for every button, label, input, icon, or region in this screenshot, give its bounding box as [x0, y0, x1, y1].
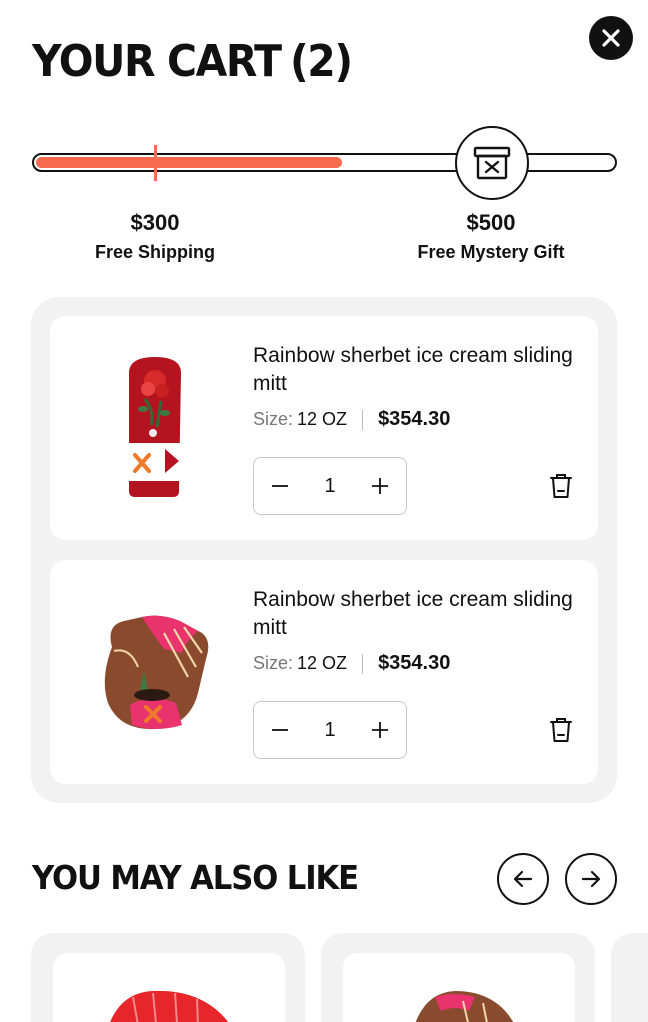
size-label: Size:	[253, 409, 294, 429]
baseball-glove-image	[104, 615, 209, 730]
product-price: $354.30	[378, 652, 451, 674]
size-value: 12 OZ	[297, 409, 348, 429]
gift-box-icon	[473, 146, 511, 180]
milestone-label: Free Shipping	[94, 242, 215, 262]
recommendation-card-peek[interactable]	[611, 933, 648, 1022]
product-name[interactable]: Rainbow sherbet ice cream sliding mitt	[253, 342, 573, 398]
recommendations-title: YOU MAY ALSO LIKE	[32, 858, 359, 897]
trash-icon	[550, 718, 572, 742]
cart-title: YOUR CART (2)	[32, 36, 353, 87]
plus-icon	[372, 722, 388, 738]
milestone-mystery-gift: $500 Free Mystery Gift	[381, 210, 601, 263]
quantity-stepper: 1	[253, 457, 407, 515]
cart-item: Rainbow sherbet ice cream sliding mitt S…	[50, 316, 598, 540]
plus-icon	[372, 478, 388, 494]
close-icon	[602, 29, 620, 47]
size-value: 12 OZ	[297, 653, 348, 673]
milestone-marker-shipping	[154, 145, 157, 181]
decrease-quantity-button[interactable]	[268, 718, 292, 742]
brown-glove-image	[415, 991, 514, 1022]
recommendation-image	[53, 953, 285, 1022]
cart-item-count: (2)	[289, 36, 353, 87]
product-price: $354.30	[378, 408, 451, 430]
remove-item-button[interactable]	[548, 716, 574, 744]
milestone-free-shipping: $300 Free Shipping	[45, 210, 265, 263]
quantity-value[interactable]: 1	[324, 475, 335, 498]
product-name[interactable]: Rainbow sherbet ice cream sliding mitt	[253, 586, 573, 642]
sliding-mitt-image	[129, 357, 181, 497]
recommendations-prev-button[interactable]	[497, 853, 549, 905]
cart-item: Rainbow sherbet ice cream sliding mitt S…	[50, 560, 598, 784]
arrow-left-icon	[513, 870, 533, 888]
product-meta: Size: 12 OZ $354.30	[253, 652, 450, 675]
milestone-label: Free Mystery Gift	[417, 242, 565, 262]
progress-fill	[36, 157, 342, 168]
recommendation-image	[343, 953, 575, 1022]
meta-divider	[362, 409, 364, 430]
red-glove-image	[110, 990, 229, 1022]
quantity-value[interactable]: 1	[324, 719, 335, 742]
meta-divider	[362, 653, 364, 674]
close-cart-button[interactable]	[589, 16, 633, 60]
minus-icon	[272, 729, 288, 731]
recommendations-next-button[interactable]	[565, 853, 617, 905]
recommendation-card[interactable]	[321, 933, 595, 1022]
decrease-quantity-button[interactable]	[268, 474, 292, 498]
increase-quantity-button[interactable]	[368, 718, 392, 742]
product-meta: Size: 12 OZ $354.30	[253, 408, 450, 431]
size-label: Size:	[253, 653, 294, 673]
remove-item-button[interactable]	[548, 472, 574, 500]
arrow-right-icon	[581, 870, 601, 888]
mystery-gift-milestone	[455, 126, 529, 200]
cart-items-panel: Rainbow sherbet ice cream sliding mitt S…	[31, 297, 617, 803]
trash-icon	[550, 474, 572, 498]
increase-quantity-button[interactable]	[368, 474, 392, 498]
product-image-baseball-glove[interactable]	[80, 582, 230, 762]
minus-icon	[272, 485, 288, 487]
milestone-amount: $500	[466, 210, 516, 235]
product-image-sliding-mitt[interactable]	[80, 338, 230, 518]
quantity-stepper: 1	[253, 701, 407, 759]
cart-title-text: YOUR CART	[32, 36, 282, 87]
recommendation-card[interactable]	[31, 933, 305, 1022]
milestone-amount: $300	[130, 210, 180, 235]
free-shipping-progress-bar	[32, 153, 617, 172]
